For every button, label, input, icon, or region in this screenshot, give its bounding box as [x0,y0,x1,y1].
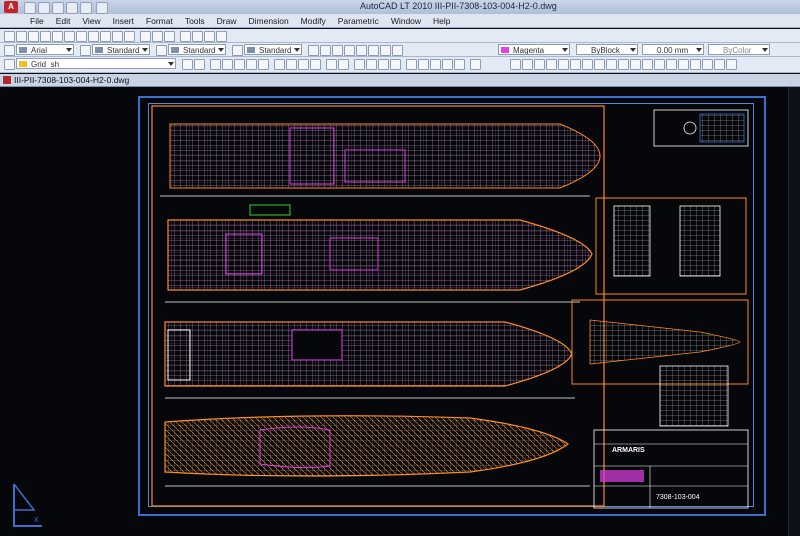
hull-plan-3 [164,321,575,399]
hull-drawings[interactable]: X [0,0,800,536]
hull-plan-1 [160,123,601,216]
title-block-drawing-number: 7308-103-004 [656,494,700,501]
hull-plan-4 [164,415,590,487]
ucs-icon: X [13,483,42,527]
svg-text:X: X [34,517,39,524]
hull-plan-2 [165,219,593,303]
legend-block [653,109,749,147]
detail-panels [571,197,749,427]
title-block-company: ARMARIS [612,447,645,454]
